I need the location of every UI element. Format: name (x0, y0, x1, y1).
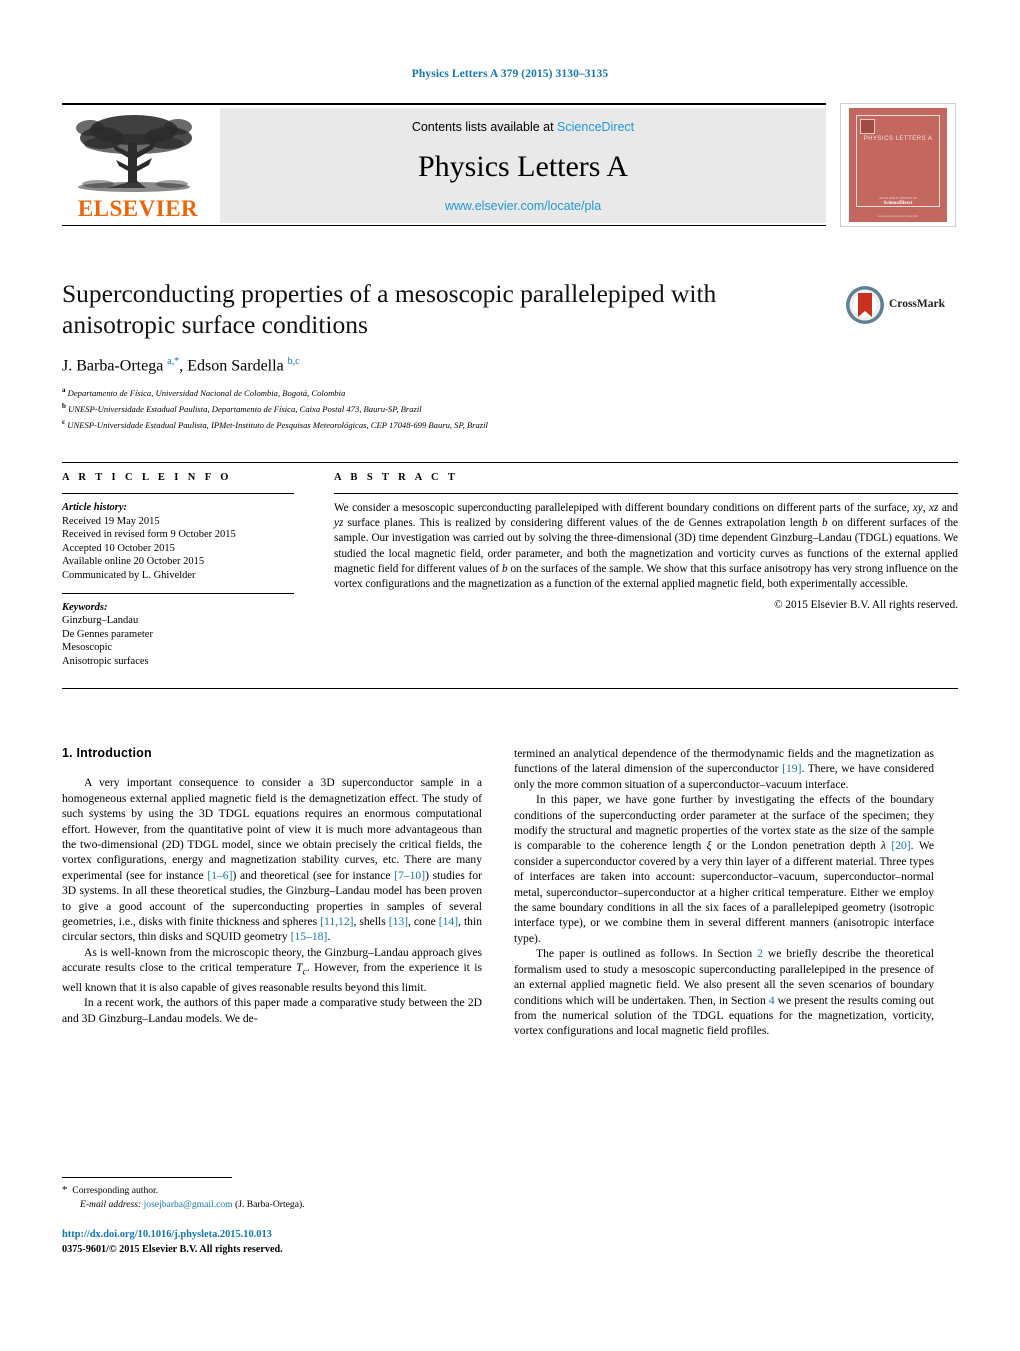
asterisk-icon: * (62, 1184, 68, 1196)
email-owner: (J. Barba-Ortega). (235, 1198, 305, 1210)
affiliation-text: UNESP-Universidade Estadual Paulista, De… (68, 404, 422, 415)
masthead-center-panel: Contents lists available at ScienceDirec… (220, 108, 826, 223)
affiliation-item: a Departamento de Física, Universidad Na… (62, 384, 762, 400)
paragraph: termined an analytical dependence of the… (514, 747, 934, 791)
cover-footer-line1: AVAILABLE ONLINE AT (879, 196, 917, 200)
affiliation-item: b UNESP-Universidade Estadual Paulista, … (62, 400, 762, 416)
paper-page: Physics Letters A 379 (2015) 3130–3135 E… (0, 0, 1020, 1351)
cover-artwork: PHYSICS LETTERS A AVAILABLE ONLINE AT Sc… (849, 108, 947, 222)
article-history-label: Article history: (62, 502, 128, 513)
affiliation-mark: c (62, 418, 66, 427)
body-column-right: termined an analytical dependence of the… (514, 746, 934, 1039)
masthead-top-rule (62, 103, 826, 105)
crossmark-label: CrossMark (889, 298, 946, 310)
history-item: Received 19 May 2015 (62, 515, 160, 527)
cover-journal-name: PHYSICS LETTERS A (863, 136, 933, 142)
author-list: J. Barba-Ortega a,*, Edson Sardella b,c (62, 356, 300, 375)
affiliation-mark: b (62, 402, 66, 411)
journal-cover-thumbnail[interactable]: PHYSICS LETTERS A AVAILABLE ONLINE AT Sc… (840, 103, 956, 227)
journal-title: Physics Letters A (418, 150, 628, 183)
paragraph: As is well-known from the microscopic th… (62, 945, 482, 994)
cover-badge-icon (860, 119, 875, 134)
keyword-item: Anisotropic surfaces (62, 655, 149, 667)
doi-block: http://dx.doi.org/10.1016/j.physleta.201… (62, 1228, 492, 1257)
abstract-copyright: © 2015 Elsevier B.V. All rights reserved… (774, 599, 958, 612)
keyword-item: Ginzburg–Landau (62, 615, 139, 627)
keywords-label: Keywords: (62, 601, 108, 613)
paragraph: A very important consequence to consider… (62, 776, 482, 944)
email-link[interactable]: josejbarba@gmail.com (144, 1199, 233, 1210)
elsevier-wordmark: ELSEVIER (77, 196, 199, 221)
crossmark-icon (846, 286, 884, 324)
band-top-rule (62, 462, 958, 463)
history-item: Available online 20 October 2015 (62, 556, 205, 568)
footnote-block: * Corresponding author. E-mail address: … (62, 1184, 492, 1211)
doi-link[interactable]: http://dx.doi.org/10.1016/j.physleta.201… (62, 1228, 492, 1243)
affiliation-mark: a (62, 386, 66, 395)
crossmark-badge[interactable]: CrossMark (845, 285, 953, 327)
article-info-divider (62, 493, 294, 494)
affiliation-text: UNESP-Universidade Estadual Paulista, IP… (67, 420, 488, 431)
cover-footer-line3: www.elsevier.com/locate/pla (877, 214, 919, 218)
article-info-column: A R T I C L E I N F O Article history: R… (62, 472, 294, 669)
history-item: Communicated by L. Ghivelder (62, 569, 196, 581)
contents-prefix: Contents lists available at (411, 120, 558, 134)
page-title: Superconducting properties of a mesoscop… (62, 279, 717, 339)
journal-masthead: ELSEVIER Contents lists available at Sci… (62, 103, 958, 227)
contents-available-line: Contents lists available at ScienceDirec… (220, 120, 826, 134)
paragraph: In this paper, we have gone further by i… (514, 793, 935, 945)
abstract-heading: A B S T R A C T (334, 472, 459, 483)
article-info-heading: A R T I C L E I N F O (62, 472, 232, 483)
sciencedirect-link[interactable]: ScienceDirect (557, 120, 634, 134)
keyword-item: De Gennes parameter (62, 628, 153, 640)
cover-footer-line2: ScienceDirect (883, 201, 913, 206)
body-column-left: 1. Introduction A very important consequ… (62, 746, 482, 1026)
paragraph: In a recent work, the authors of this pa… (62, 996, 482, 1025)
history-item: Accepted 10 October 2015 (62, 542, 175, 554)
issn-copyright-line: 0375-9601/© 2015 Elsevier B.V. All right… (62, 1243, 283, 1255)
journal-reference: Physics Letters A 379 (2015) 3130–3135 (411, 68, 609, 80)
section-heading-introduction: 1. Introduction (62, 746, 152, 760)
history-item: Received in revised form 9 October 2015 (62, 529, 236, 541)
email-line: E-mail address: josejbarba@gmail.com (J.… (62, 1198, 492, 1212)
article-history-block: Article history: Received 19 May 2015 Re… (62, 501, 294, 583)
keywords-block: Keywords: Ginzburg–Landau De Gennes para… (62, 601, 294, 669)
footnote-rule (62, 1177, 232, 1178)
email-label: E-mail address: (80, 1198, 142, 1210)
corresponding-author-text: Corresponding author. (72, 1185, 159, 1196)
affiliation-list: a Departamento de Física, Universidad Na… (62, 384, 762, 432)
paragraph: The paper is outlined as follows. In Sec… (514, 947, 934, 1038)
journal-homepage-link[interactable]: www.elsevier.com/locate/pla (220, 199, 826, 213)
band-bottom-rule (62, 688, 958, 689)
elsevier-logo: ELSEVIER (64, 108, 214, 223)
affiliation-text: Departamento de Física, Universidad Naci… (67, 388, 346, 399)
affiliation-item: c UNESP-Universidade Estadual Paulista, … (62, 416, 762, 432)
elsevier-tree-icon (76, 115, 192, 192)
corresponding-author-line: * Corresponding author. (62, 1184, 492, 1198)
title-block: Superconducting properties of a mesoscop… (62, 278, 762, 433)
abstract-body: We consider a mesoscopic superconducting… (334, 502, 959, 591)
masthead-bottom-rule (62, 225, 826, 226)
abstract-column: A B S T R A C T We consider a mesoscopic… (334, 472, 958, 611)
keywords-divider (62, 592, 294, 594)
keyword-item: Mesoscopic (62, 642, 113, 654)
abstract-divider (334, 493, 958, 494)
